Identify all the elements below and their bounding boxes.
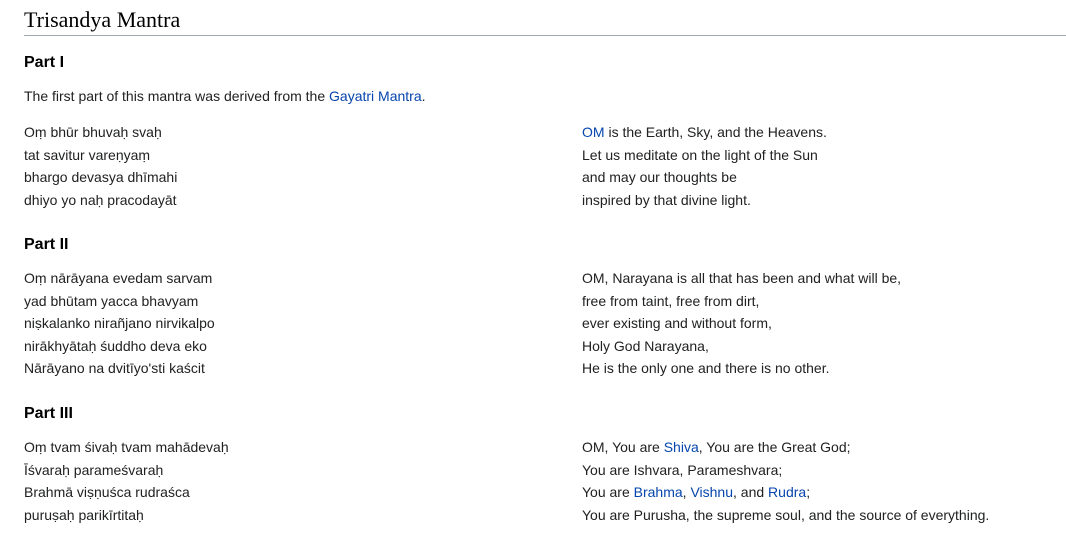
shiva-link[interactable]: Shiva [664,439,699,455]
om-link[interactable]: OM [582,124,605,140]
part-1-intro-text: The first part of this mantra was derive… [24,88,330,104]
sanskrit-line: Oṃ nārāyana evedam sarvam [24,270,213,286]
sanskrit-line: bhargo devasya dhīmahi [24,169,178,185]
sanskrit-line: puruṣaḥ parikīrtitaḥ [24,506,144,523]
part-1-translation: OM is the Earth, Sky, and the Heavens. L… [582,121,827,211]
sanskrit-line: Brahmā viṣṇuśca rudraśca [24,484,190,500]
part-2-sanskrit: Oṃ nārāyana evedam sarvam yad bhūtam yac… [24,267,215,380]
page-title: Trisandya Mantra [24,7,181,32]
translation-line: He is the only one and there is no other… [582,360,830,376]
gayatri-mantra-link[interactable]: Gayatri Mantra [329,88,422,104]
translation-text: You are [582,484,634,500]
translation-line: You are Purusha, the supreme soul, and t… [582,506,990,523]
translation-line: You are Ishvara, Parameshvara; [582,461,783,478]
section-heading-part-2: Part II [24,236,69,253]
translation-line: You are Brahma, Vishnu, and Rudra; [582,481,989,504]
translation-text: ; [806,484,811,500]
sanskrit-line: Oṃ tvam śivaḥ tvam mahādevaḥ [24,439,229,455]
rudra-link[interactable]: Rudra [768,484,806,500]
translation-text: , You are the Great God; [698,439,851,455]
translation-line: OM is the Earth, Sky, and the Heavens. [582,121,827,144]
translation-line: OM, Narayana is all that has been and wh… [582,270,902,286]
sanskrit-line: Īśvaraḥ parameśvaraḥ [24,461,164,478]
sanskrit-line: tat savitur vareṇyaṃ [24,146,151,163]
translation-line: OM, You are Shiva, You are the Great God… [582,436,989,459]
part-3-sanskrit: Oṃ tvam śivaḥ tvam mahādevaḥ Īśvaraḥ par… [24,436,229,526]
sanskrit-line: niṣkalanko nirañjano nirvikalpo [24,315,215,331]
translation-text: OM, You are [582,439,664,455]
part-1-sanskrit: Oṃ bhūr bhuvaḥ svaḥ tat savitur vareṇyaṃ… [24,121,177,211]
part-1-intro: The first part of this mantra was derive… [24,86,426,106]
translation-text: , and [733,484,769,500]
section-heading-part-1: Part I [24,54,65,71]
part-1-intro-end: . [421,88,426,104]
sanskrit-line: dhiyo yo naḥ pracodayāt [24,191,177,208]
translation-line: inspired by that divine light. [582,191,751,208]
section-heading-part-3: Part III [24,405,73,422]
part-3-translation: OM, You are Shiva, You are the Great God… [582,436,989,526]
translation-line: free from taint, free from dirt, [582,292,760,309]
part-2-translation: OM, Narayana is all that has been and wh… [582,267,901,380]
sanskrit-line: yad bhūtam yacca bhavyam [24,292,199,309]
vishnu-link[interactable]: Vishnu [690,484,733,500]
translation-line: and may our thoughts be [582,169,737,185]
sanskrit-line: Nārāyano na dvitīyo'sti kaścit [24,360,205,376]
translation-line: Let us meditate on the light of the Sun [582,146,818,163]
sanskrit-line: nirākhyātaḥ śuddho deva eko [24,337,207,354]
translation-text: is the Earth, Sky, and the Heavens. [604,124,827,140]
translation-line: ever existing and without form, [582,315,772,331]
title-divider [24,35,1066,36]
sanskrit-line: Oṃ bhūr bhuvaḥ svaḥ [24,124,162,140]
brahma-link[interactable]: Brahma [634,484,683,500]
translation-line: Holy God Narayana, [582,337,709,354]
